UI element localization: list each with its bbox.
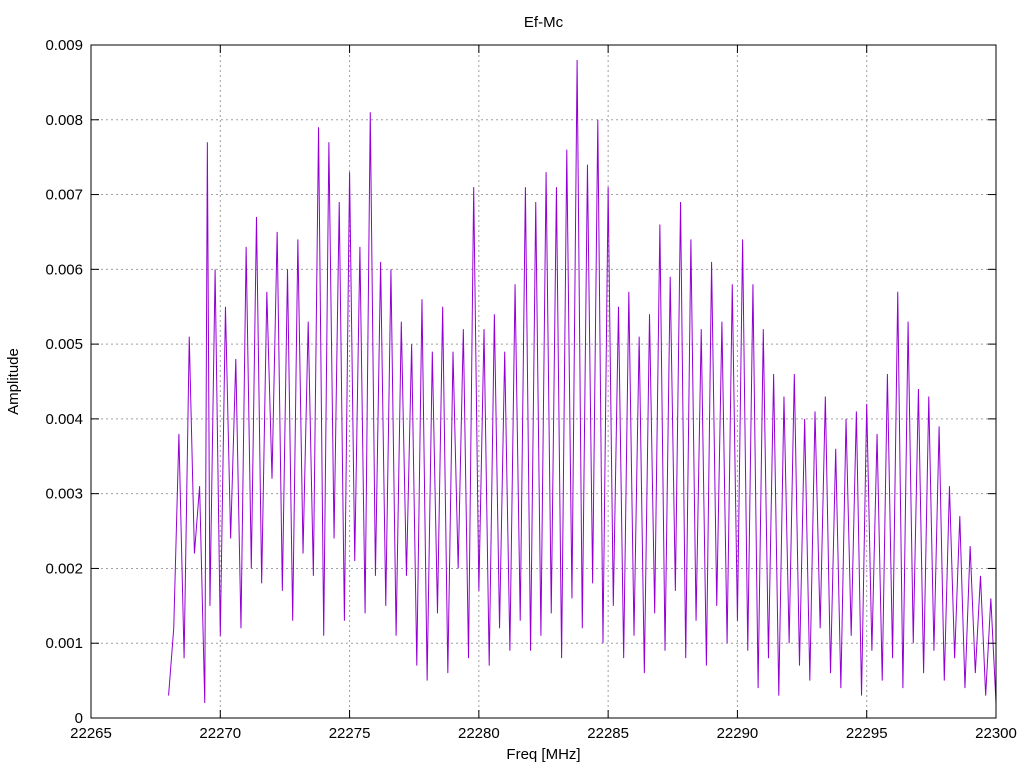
x-tick-label: 22285 (587, 725, 629, 742)
y-tick-label: 0.007 (45, 187, 83, 204)
y-tick-label: 0.008 (45, 112, 83, 129)
y-tick-label: 0 (75, 710, 83, 727)
x-tick-label: 22280 (458, 725, 500, 742)
y-tick-label: 0.005 (45, 336, 83, 353)
y-tick-label: 0.003 (45, 486, 83, 503)
x-tick-label: 22265 (70, 725, 112, 742)
y-tick-label: 0.006 (45, 261, 83, 278)
x-tick-label: 22290 (717, 725, 759, 742)
x-tick-label: 22270 (199, 725, 241, 742)
x-tick-label: 22295 (846, 725, 888, 742)
y-tick-label: 0.009 (45, 37, 83, 54)
x-tick-label: 22300 (975, 725, 1017, 742)
y-tick-label: 0.004 (45, 411, 83, 428)
chart-background (0, 0, 1024, 768)
y-tick-label: 0.001 (45, 635, 83, 652)
y-axis-label: Amplitude (5, 348, 22, 415)
x-axis-label: Freq [MHz] (506, 746, 580, 763)
chart-title: Ef-Mc (524, 14, 564, 31)
y-tick-label: 0.002 (45, 560, 83, 577)
x-tick-label: 22275 (329, 725, 371, 742)
chart: 22265 22270 22275 22280 22285 22290 22295 22300… (0, 0, 1024, 768)
